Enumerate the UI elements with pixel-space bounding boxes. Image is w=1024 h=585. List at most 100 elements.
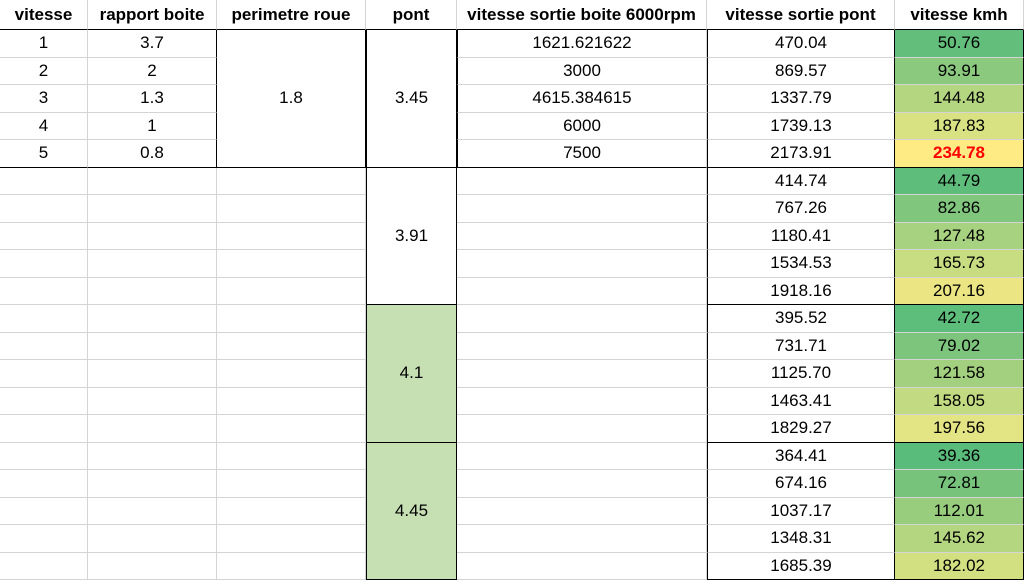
empty-cell[interactable] xyxy=(88,332,217,360)
empty-cell[interactable] xyxy=(0,497,88,525)
empty-cell[interactable] xyxy=(0,415,88,443)
empty-cell[interactable] xyxy=(457,442,707,470)
cell-vitesse-kmh[interactable]: 93.91 xyxy=(895,57,1024,85)
empty-cell[interactable] xyxy=(217,470,366,498)
empty-cell[interactable] xyxy=(457,525,707,553)
cell-vitesse-kmh[interactable]: 82.86 xyxy=(895,195,1024,223)
cell-vitesse-kmh[interactable]: 50.76 xyxy=(895,30,1024,58)
cell-pont-ratio[interactable]: 3.45 xyxy=(366,30,457,168)
empty-cell[interactable] xyxy=(217,387,366,415)
cell-vitesse-sortie-pont[interactable]: 869.57 xyxy=(707,57,895,85)
empty-cell[interactable] xyxy=(88,167,217,195)
empty-cell[interactable] xyxy=(217,552,366,580)
cell-pont-ratio[interactable]: 4.45 xyxy=(366,442,457,580)
empty-cell[interactable] xyxy=(0,305,88,333)
empty-cell[interactable] xyxy=(0,387,88,415)
cell-vitesse-sortie-pont[interactable]: 1918.16 xyxy=(707,277,895,305)
cell-vitesse[interactable]: 3 xyxy=(0,85,88,113)
empty-cell[interactable] xyxy=(217,415,366,443)
cell-vitesse-kmh[interactable]: 121.58 xyxy=(895,360,1024,388)
empty-cell[interactable] xyxy=(457,195,707,223)
cell-vitesse-sortie-pont[interactable]: 674.16 xyxy=(707,470,895,498)
empty-cell[interactable] xyxy=(457,250,707,278)
header-rapport-boite[interactable]: rapport boite xyxy=(88,0,217,30)
header-vitesse-sortie-boite[interactable]: vitesse sortie boite 6000rpm xyxy=(457,0,707,30)
empty-cell[interactable] xyxy=(217,332,366,360)
cell-vitesse-sortie-pont[interactable]: 2173.91 xyxy=(707,140,895,168)
cell-vitesse[interactable]: 5 xyxy=(0,140,88,168)
header-vitesse-kmh[interactable]: vitesse kmh xyxy=(895,0,1024,30)
empty-cell[interactable] xyxy=(457,167,707,195)
empty-cell[interactable] xyxy=(457,360,707,388)
empty-cell[interactable] xyxy=(0,525,88,553)
cell-vitesse-sortie-boite[interactable]: 6000 xyxy=(457,112,707,140)
header-pont[interactable]: pont xyxy=(366,0,457,30)
empty-cell[interactable] xyxy=(0,250,88,278)
empty-cell[interactable] xyxy=(88,222,217,250)
cell-pont-ratio[interactable]: 3.91 xyxy=(366,167,457,305)
empty-cell[interactable] xyxy=(0,195,88,223)
empty-cell[interactable] xyxy=(217,222,366,250)
cell-vitesse-sortie-pont[interactable]: 1829.27 xyxy=(707,415,895,443)
empty-cell[interactable] xyxy=(217,305,366,333)
cell-vitesse[interactable]: 1 xyxy=(0,30,88,58)
cell-rapport-boite[interactable]: 3.7 xyxy=(88,30,217,58)
cell-vitesse-sortie-pont[interactable]: 470.04 xyxy=(707,30,895,58)
cell-vitesse-sortie-boite[interactable]: 3000 xyxy=(457,57,707,85)
cell-pont-ratio[interactable]: 4.1 xyxy=(366,305,457,443)
empty-cell[interactable] xyxy=(88,360,217,388)
empty-cell[interactable] xyxy=(457,222,707,250)
cell-vitesse-sortie-pont[interactable]: 1348.31 xyxy=(707,525,895,553)
empty-cell[interactable] xyxy=(217,442,366,470)
cell-vitesse-sortie-pont[interactable]: 1125.70 xyxy=(707,360,895,388)
empty-cell[interactable] xyxy=(457,387,707,415)
empty-cell[interactable] xyxy=(0,167,88,195)
empty-cell[interactable] xyxy=(88,195,217,223)
cell-rapport-boite[interactable]: 1.3 xyxy=(88,85,217,113)
empty-cell[interactable] xyxy=(457,470,707,498)
empty-cell[interactable] xyxy=(217,497,366,525)
empty-cell[interactable] xyxy=(457,332,707,360)
cell-rapport-boite[interactable]: 2 xyxy=(88,57,217,85)
cell-vitesse-kmh[interactable]: 127.48 xyxy=(895,222,1024,250)
empty-cell[interactable] xyxy=(457,552,707,580)
empty-cell[interactable] xyxy=(0,332,88,360)
empty-cell[interactable] xyxy=(217,525,366,553)
cell-vitesse-sortie-boite[interactable]: 7500 xyxy=(457,140,707,168)
header-perimetre-roue[interactable]: perimetre roue xyxy=(217,0,366,30)
empty-cell[interactable] xyxy=(217,195,366,223)
cell-vitesse-kmh[interactable]: 207.16 xyxy=(895,277,1024,305)
cell-vitesse-kmh[interactable]: 39.36 xyxy=(895,442,1024,470)
empty-cell[interactable] xyxy=(457,497,707,525)
cell-vitesse-sortie-pont[interactable]: 1463.41 xyxy=(707,387,895,415)
cell-vitesse-kmh[interactable]: 165.73 xyxy=(895,250,1024,278)
header-vitesse-sortie-pont[interactable]: vitesse sortie pont xyxy=(707,0,895,30)
cell-vitesse-kmh[interactable]: 112.01 xyxy=(895,497,1024,525)
empty-cell[interactable] xyxy=(88,552,217,580)
empty-cell[interactable] xyxy=(0,442,88,470)
empty-cell[interactable] xyxy=(457,305,707,333)
cell-vitesse-kmh[interactable]: 72.81 xyxy=(895,470,1024,498)
cell-perimetre-roue[interactable]: 1.8 xyxy=(217,30,366,168)
cell-vitesse[interactable]: 2 xyxy=(0,57,88,85)
empty-cell[interactable] xyxy=(217,360,366,388)
cell-rapport-boite[interactable]: 0.8 xyxy=(88,140,217,168)
cell-rapport-boite[interactable]: 1 xyxy=(88,112,217,140)
empty-cell[interactable] xyxy=(217,167,366,195)
header-vitesse[interactable]: vitesse xyxy=(0,0,88,30)
empty-cell[interactable] xyxy=(0,552,88,580)
cell-vitesse-sortie-pont[interactable]: 364.41 xyxy=(707,442,895,470)
cell-vitesse-kmh[interactable]: 182.02 xyxy=(895,552,1024,580)
empty-cell[interactable] xyxy=(88,470,217,498)
empty-cell[interactable] xyxy=(88,415,217,443)
empty-cell[interactable] xyxy=(88,442,217,470)
cell-vitesse-sortie-boite[interactable]: 4615.384615 xyxy=(457,85,707,113)
cell-vitesse-kmh[interactable]: 79.02 xyxy=(895,332,1024,360)
empty-cell[interactable] xyxy=(0,222,88,250)
cell-vitesse-kmh[interactable]: 42.72 xyxy=(895,305,1024,333)
empty-cell[interactable] xyxy=(88,497,217,525)
empty-cell[interactable] xyxy=(0,277,88,305)
empty-cell[interactable] xyxy=(88,387,217,415)
empty-cell[interactable] xyxy=(88,277,217,305)
empty-cell[interactable] xyxy=(217,250,366,278)
